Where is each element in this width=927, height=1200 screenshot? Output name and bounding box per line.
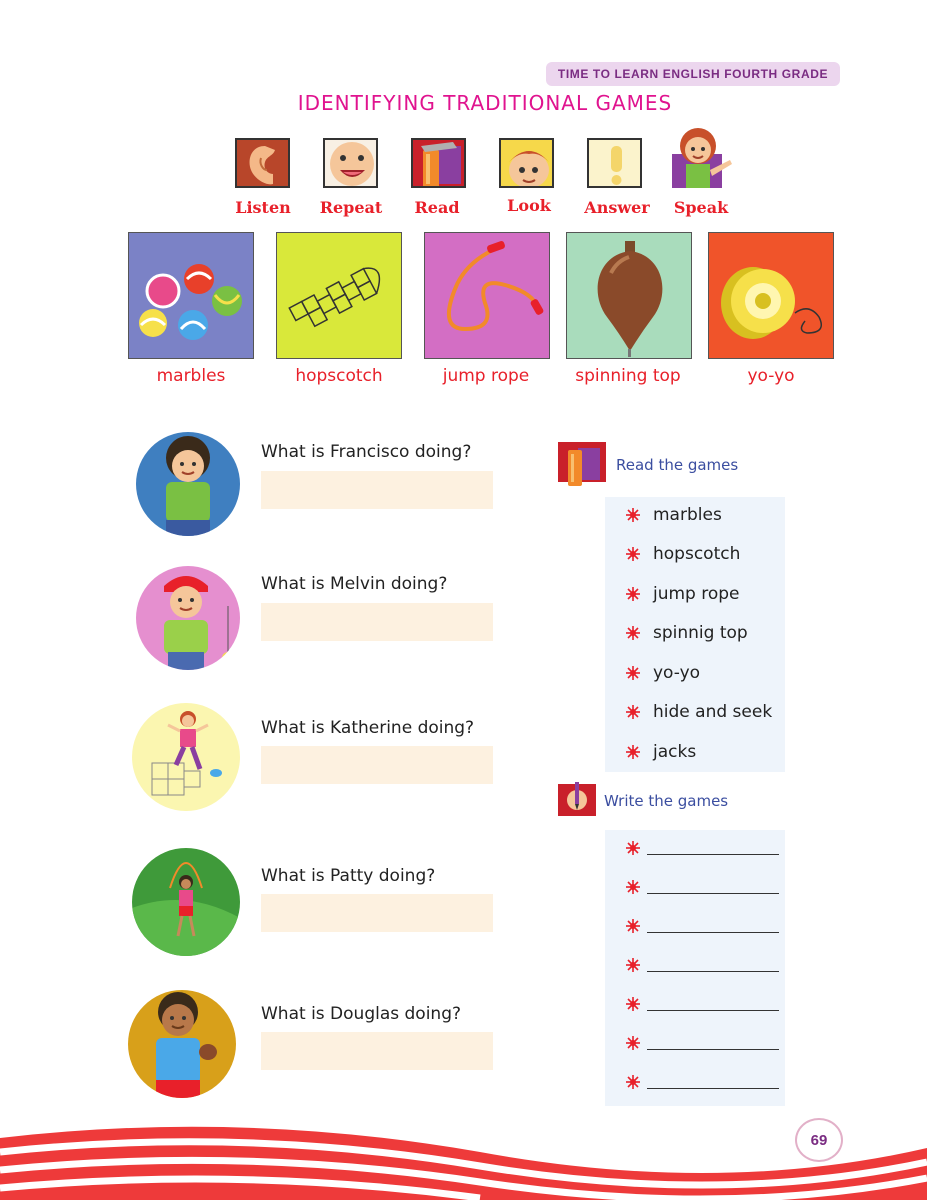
page-title: IDENTIFYING TRADITIONAL GAMES: [297, 91, 673, 115]
spinning-top-picture: [566, 232, 692, 359]
blank-line[interactable]: [647, 931, 779, 933]
game-label-jump-rope: jump rope: [442, 366, 530, 386]
read-item-text: hopscotch: [653, 544, 741, 564]
game-label-marbles: marbles: [156, 366, 226, 386]
answer-box-melvin[interactable]: [261, 603, 493, 641]
write-line-1[interactable]: [625, 840, 779, 856]
star-bullet-icon: [626, 508, 640, 522]
star-bullet-icon: [626, 997, 640, 1011]
list-item: marbles: [625, 505, 722, 525]
list-item: jump rope: [625, 584, 740, 604]
star-bullet-icon: [626, 666, 640, 680]
icon-label-speak: Speak: [673, 198, 729, 217]
list-item: jacks: [625, 742, 696, 762]
footer-wave-decoration: [0, 1126, 927, 1200]
star-bullet-icon: [626, 745, 640, 759]
pencil-hand-icon: [558, 782, 596, 822]
write-line-6[interactable]: [625, 1035, 779, 1051]
list-item: yo-yo: [625, 663, 700, 683]
answer-box-patty[interactable]: [261, 894, 493, 932]
francisco-avatar: [136, 432, 240, 536]
question-melvin: What is Melvin doing?: [261, 574, 448, 594]
write-line-7[interactable]: [625, 1074, 779, 1090]
read-item-text: jacks: [653, 742, 697, 762]
icon-label-repeat: Repeat: [319, 198, 383, 217]
book-icon: [411, 138, 466, 188]
star-bullet-icon: [626, 705, 640, 719]
answer-box-katherine[interactable]: [261, 746, 493, 784]
star-bullet-icon: [626, 626, 640, 640]
write-section-title: Write the games: [604, 792, 729, 810]
game-label-spinning-top: spinning top: [575, 366, 681, 386]
read-item-text: spinnig top: [653, 623, 748, 643]
star-bullet-icon: [626, 880, 640, 894]
star-bullet-icon: [626, 587, 640, 601]
read-section-title: Read the games: [616, 456, 739, 474]
jump-rope-picture: [424, 232, 550, 359]
blank-line[interactable]: [647, 1009, 779, 1011]
list-item: hide and seek: [625, 702, 772, 722]
answer-box-douglas[interactable]: [261, 1032, 493, 1070]
icon-label-listen: Listen: [235, 198, 291, 217]
write-line-2[interactable]: [625, 879, 779, 895]
star-bullet-icon: [626, 958, 640, 972]
page-number: 69: [795, 1118, 843, 1162]
ear-icon: [235, 138, 290, 188]
exclamation-icon: [587, 138, 642, 188]
star-bullet-icon: [626, 919, 640, 933]
yo-yo-picture: [708, 232, 834, 359]
marbles-picture: [128, 232, 254, 359]
question-patty: What is Patty doing?: [261, 866, 436, 886]
answer-box-francisco[interactable]: [261, 471, 493, 509]
melvin-avatar: [136, 566, 240, 670]
katherine-avatar: [132, 703, 240, 811]
star-bullet-icon: [626, 1036, 640, 1050]
write-line-4[interactable]: [625, 957, 779, 973]
blank-line[interactable]: [647, 970, 779, 972]
blank-line[interactable]: [647, 892, 779, 894]
blank-line[interactable]: [647, 1048, 779, 1050]
looking-face-icon: [499, 138, 554, 188]
douglas-avatar: [128, 990, 236, 1098]
read-item-text: jump rope: [653, 584, 740, 604]
hopscotch-picture: [276, 232, 402, 359]
read-item-text: yo-yo: [653, 663, 701, 683]
icon-label-answer: Answer: [584, 198, 650, 217]
grade-banner: TIME TO LEARN ENGLISH FOURTH GRADE: [546, 62, 840, 86]
list-item: hopscotch: [625, 544, 740, 564]
question-katherine: What is Katherine doing?: [261, 718, 475, 738]
icon-label-read: Read: [414, 198, 460, 217]
blank-line[interactable]: [647, 1087, 779, 1089]
list-item: spinnig top: [625, 623, 748, 643]
read-games-list: marbles hopscotch jump rope spinnig top …: [605, 497, 785, 772]
patty-avatar: [132, 848, 240, 956]
book-icon: [558, 442, 606, 488]
icon-label-look: Look: [507, 196, 551, 215]
star-bullet-icon: [626, 1075, 640, 1089]
speaking-girl-icon: [672, 124, 736, 190]
write-line-3[interactable]: [625, 918, 779, 934]
write-games-list: [605, 830, 785, 1106]
read-item-text: marbles: [653, 505, 722, 525]
question-douglas: What is Douglas doing?: [261, 1004, 462, 1024]
game-label-hopscotch: hopscotch: [295, 366, 383, 386]
star-bullet-icon: [626, 547, 640, 561]
question-francisco: What is Francisco doing?: [261, 442, 472, 462]
read-item-text: hide and seek: [653, 702, 773, 722]
star-bullet-icon: [626, 841, 640, 855]
mouth-face-icon: [323, 138, 378, 188]
blank-line[interactable]: [647, 853, 779, 855]
write-line-5[interactable]: [625, 996, 779, 1012]
game-label-yo-yo: yo-yo: [747, 366, 795, 386]
